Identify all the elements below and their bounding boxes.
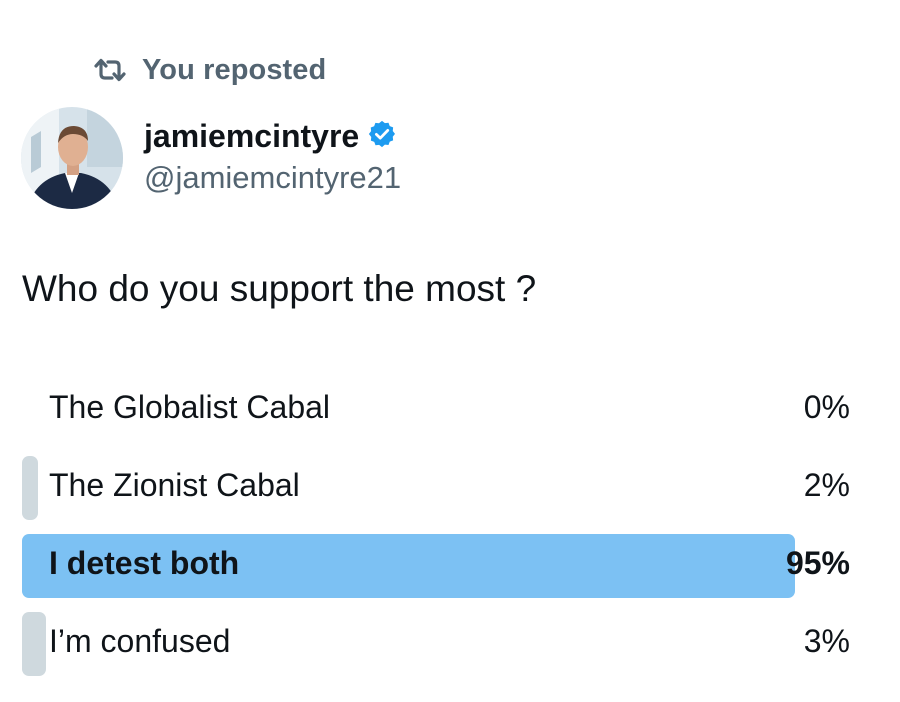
poll-option: The Globalist Cabal 0%	[22, 372, 852, 442]
poll-option: I detest both 95%	[22, 528, 852, 598]
poll-option-percent: 95%	[785, 545, 850, 581]
poll-bar	[22, 456, 38, 520]
tweet-text: Who do you support the most ?	[22, 268, 537, 309]
poll-option-percent: 3%	[803, 623, 850, 659]
poll-option: The Zionist Cabal 2%	[22, 450, 852, 520]
poll-option: I’m confused 3%	[22, 606, 852, 676]
poll: The Globalist Cabal 0% The Zionist Cabal 2%…	[22, 372, 852, 684]
verified-badge-icon	[367, 119, 397, 154]
repost-context: You reposted	[92, 52, 326, 88]
author-display-name[interactable]: jamiemcintyre	[144, 118, 359, 155]
avatar[interactable]	[21, 107, 123, 209]
footer-meta-cutoff	[22, 686, 322, 702]
author-block: jamiemcintyre @jamiemcintyre21	[144, 116, 401, 196]
repost-icon	[92, 57, 128, 83]
poll-option-percent: 2%	[803, 467, 850, 503]
author-handle[interactable]: @jamiemcintyre21	[144, 160, 401, 196]
poll-option-label: The Zionist Cabal	[49, 467, 300, 503]
repost-label[interactable]: You reposted	[142, 54, 326, 87]
poll-option-label: The Globalist Cabal	[49, 389, 331, 425]
poll-option-label: I detest both	[49, 545, 240, 581]
poll-option-label: I’m confused	[49, 623, 231, 659]
poll-bar	[22, 612, 46, 676]
poll-option-percent: 0%	[803, 389, 850, 425]
